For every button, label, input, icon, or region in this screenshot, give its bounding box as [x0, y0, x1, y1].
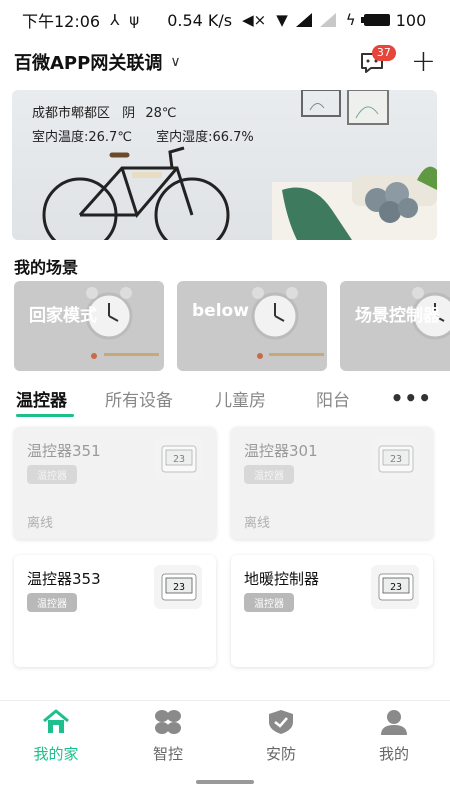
thermostat-display-text: 23 — [173, 582, 185, 593]
battery-level: 100 — [395, 10, 427, 30]
home-icon — [43, 709, 69, 733]
device-card[interactable]: 温控器351 温控器 离线 23 — [14, 427, 216, 539]
network-speed: 0.54 K/s — [167, 10, 233, 30]
thermostat-image: 23 — [154, 437, 202, 481]
tab-kids-room[interactable]: 儿童房 — [215, 386, 266, 411]
message-count-badge: 37 — [371, 45, 396, 61]
active-tab-indicator — [16, 414, 74, 417]
nav-profile[interactable]: 我的 — [354, 709, 434, 764]
device-status: 离线 — [244, 516, 271, 531]
nav-label: 我的 — [378, 745, 409, 763]
nav-label: 我的家 — [33, 745, 79, 763]
home-selector-title[interactable]: 百微APP网关联调 — [14, 49, 162, 75]
thermostat-image: 23 — [154, 565, 202, 609]
scenes-section-title: 我的场景 — [14, 258, 79, 277]
signal-icon — [295, 13, 312, 27]
scene-label: 场景控制器 — [355, 306, 440, 326]
tab-balcony[interactable]: 阳台 — [316, 386, 350, 411]
thermostat-display-text: 23 — [390, 582, 402, 593]
scene-label: 回家模式 — [29, 306, 97, 326]
nav-label: 智控 — [152, 745, 183, 763]
tab-all-devices[interactable]: 所有设备 — [105, 386, 173, 411]
device-name: 温控器351 — [27, 442, 101, 460]
nav-security[interactable]: 安防 — [241, 709, 321, 764]
battery-icon — [360, 14, 390, 26]
device-card[interactable]: 温控器301 温控器 离线 23 — [231, 427, 433, 539]
app-header: 百微APP网关联调 ∨ 37 + — [0, 44, 450, 80]
signal-2-icon — [319, 13, 336, 27]
scene-list[interactable]: 回家模式 below 场景控制器 — [14, 281, 450, 371]
weather-text: 阴 — [122, 106, 136, 121]
tab-thermostat[interactable]: 温控器 — [16, 386, 67, 411]
thermostat-display-text: 23 — [390, 454, 402, 465]
usb-icon: ⅄ — [110, 11, 120, 29]
thermostat-image: 23 — [371, 437, 419, 481]
alarm-clock-image — [85, 287, 159, 359]
device-name: 温控器353 — [27, 570, 101, 588]
bottom-navigation: 我的家 智控 安防 我的 — [0, 700, 450, 770]
device-type-tag: 温控器 — [27, 465, 77, 484]
outdoor-temp: 28℃ — [145, 106, 177, 121]
indoor-humidity: 室内湿度:66.7% — [156, 130, 254, 145]
weather-banner: 成都市郫都区 阴 28℃ 室内温度:26.7℃ 室内湿度:66.7% — [12, 90, 437, 240]
mute-icon: ◀× — [242, 11, 267, 29]
thermostat-image: 23 — [371, 565, 419, 609]
location-text: 成都市郫都区 — [32, 106, 111, 121]
alarm-clock-image — [411, 287, 450, 340]
scene-card[interactable]: below — [177, 281, 327, 371]
grid-icon — [155, 710, 181, 734]
more-tabs-button[interactable]: ••• — [391, 386, 432, 410]
nav-my-home[interactable]: 我的家 — [16, 709, 96, 764]
usb-debug-icon: ψ — [129, 11, 140, 29]
chevron-down-icon[interactable]: ∨ — [170, 54, 180, 70]
status-bar: 下午12:06 ⅄ ψ 0.54 K/s ◀× ▼ ϟ 100 — [0, 0, 450, 40]
home-indicator[interactable] — [196, 780, 254, 784]
status-time: 下午12:06 — [22, 12, 101, 31]
message-button[interactable]: 37 — [359, 45, 396, 77]
wifi-icon: ▼ — [276, 11, 288, 29]
thermostat-display-text: 23 — [173, 454, 185, 465]
device-type-tag: 温控器 — [244, 593, 294, 612]
add-button[interactable]: + — [411, 47, 436, 77]
device-card[interactable]: 温控器353 温控器 23 — [14, 555, 216, 667]
device-status: 离线 — [27, 516, 54, 531]
device-card[interactable]: 地暖控制器 温控器 23 — [231, 555, 433, 667]
device-name: 温控器301 — [244, 442, 318, 460]
person-icon — [381, 710, 407, 735]
scene-card[interactable]: 回家模式 — [14, 281, 164, 371]
scene-card[interactable]: 场景控制器 — [340, 281, 450, 371]
alarm-clock-image — [251, 287, 324, 359]
weather-line: 成都市郫都区 阴 28℃ — [32, 102, 176, 121]
nav-label: 安防 — [265, 745, 296, 763]
indoor-line: 室内温度:26.7℃ 室内湿度:66.7% — [32, 126, 254, 145]
nav-smart-control[interactable]: 智控 — [128, 709, 208, 764]
charging-icon: ϟ — [345, 11, 356, 29]
device-type-tag: 温控器 — [244, 465, 294, 484]
device-name: 地暖控制器 — [244, 570, 320, 588]
indoor-temperature: 室内温度:26.7℃ — [32, 130, 132, 145]
device-type-tag: 温控器 — [27, 593, 77, 612]
scene-label: below — [192, 301, 249, 321]
room-tabs: 温控器 所有设备 儿童房 阳台 ••• — [0, 382, 450, 420]
shield-icon — [269, 710, 293, 734]
